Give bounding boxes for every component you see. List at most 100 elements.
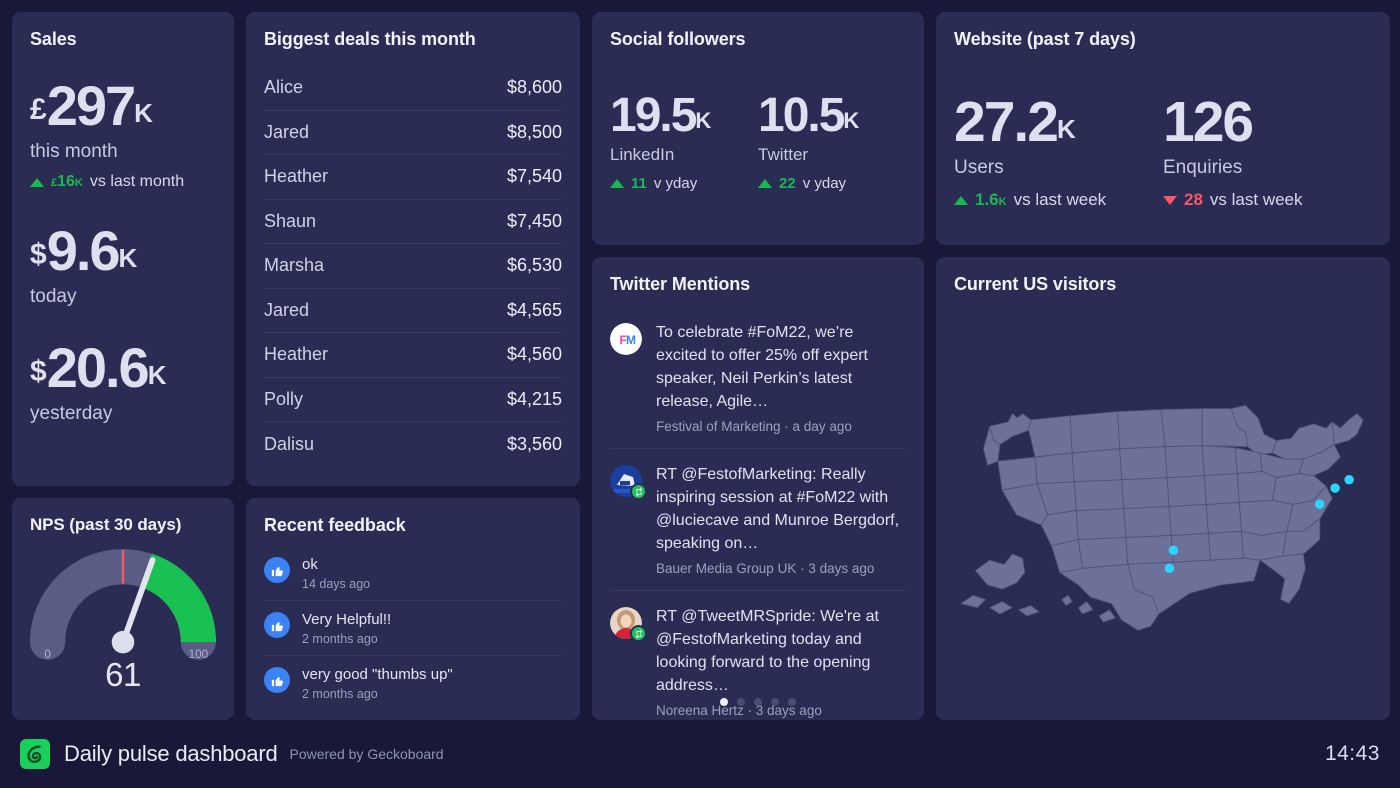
deal-row: Heather $4,560 bbox=[264, 333, 562, 378]
deal-name: Heather bbox=[264, 344, 328, 365]
delta-number: 16 bbox=[57, 173, 75, 190]
delta-value: 1.6K bbox=[975, 190, 1007, 210]
tweet-text: RT @TweetMRSpride: We're at @FestofMarke… bbox=[656, 605, 906, 697]
arrow-down-icon bbox=[1163, 196, 1177, 205]
widget-current-us-visitors[interactable]: Current US visitors bbox=[936, 257, 1390, 720]
nps-gauge: 0 100 61 bbox=[30, 544, 216, 694]
deal-value: $4,215 bbox=[507, 389, 562, 410]
metric-value: 27.2 bbox=[954, 90, 1057, 154]
sales-value-yesterday: $20.6K bbox=[30, 340, 216, 396]
pagination-dot[interactable] bbox=[737, 698, 745, 706]
pagination-dot[interactable] bbox=[771, 698, 779, 706]
deal-value: $8,500 bbox=[507, 122, 562, 143]
thumbs-up-glyph-icon bbox=[270, 563, 285, 578]
new-york-visitor[interactable] bbox=[1330, 483, 1339, 492]
arrow-up-icon bbox=[30, 178, 44, 187]
feedback-time: 14 days ago bbox=[302, 577, 370, 591]
social-metrics: 19.5K LinkedIn 11 v yday 10.5K Twitter bbox=[610, 92, 906, 192]
metric-suffix: K bbox=[1057, 114, 1076, 144]
widget-title-twitter-mentions: Twitter Mentions bbox=[610, 273, 906, 295]
widget-nps[interactable]: NPS (past 30 days) 0 100 bbox=[12, 498, 234, 720]
social-label-twitter: Twitter bbox=[758, 144, 906, 166]
austin-visitor[interactable] bbox=[1165, 564, 1174, 573]
feedback-text: Very Helpful!! 2 months ago bbox=[302, 610, 391, 646]
sales-value-this-month: £297K bbox=[30, 78, 216, 134]
social-metric-linkedin: 19.5K LinkedIn 11 v yday bbox=[610, 92, 758, 192]
website-delta-users: 1.6K vs last week bbox=[954, 190, 1163, 210]
pagination-dot[interactable] bbox=[720, 698, 728, 706]
widget-recent-feedback[interactable]: Recent feedback ok14 days agoVery Helpfu… bbox=[246, 498, 580, 720]
website-value-users: 27.2K bbox=[954, 94, 1163, 151]
clock: 14:43 bbox=[1325, 742, 1380, 766]
deal-row: Alice$8,600 bbox=[264, 66, 562, 111]
currency-symbol: $ bbox=[30, 238, 47, 271]
dallas-visitor[interactable] bbox=[1169, 546, 1178, 555]
avatar-image: FM bbox=[610, 323, 642, 355]
sales-metric-yesterday: $20.6K yesterday bbox=[30, 340, 216, 425]
svg-text:M: M bbox=[626, 333, 636, 347]
festival-of-marketing-avatar: FM bbox=[610, 323, 642, 355]
delta-number: 22 bbox=[779, 175, 796, 192]
thumbs-up-icon bbox=[264, 667, 290, 693]
widget-twitter-mentions[interactable]: Twitter Mentions FM To celebrate #FoM22, … bbox=[592, 257, 924, 720]
social-delta-twitter: 22 v yday bbox=[758, 175, 906, 192]
tweet-list: FM To celebrate #FoM22, we’re excited to … bbox=[610, 307, 906, 720]
sales-metric-this-month: £297K this month £16K vs last month bbox=[30, 78, 216, 191]
widget-website[interactable]: Website (past 7 days) 27.2K Users 1.6K v… bbox=[936, 12, 1390, 245]
feedback-text: very good "thumbs up"2 months ago bbox=[302, 665, 453, 701]
delta-text: vs last week bbox=[1014, 190, 1107, 210]
delta-text: vs last month bbox=[90, 173, 184, 191]
delta-number: 11 bbox=[631, 175, 647, 192]
delta-value: £16K bbox=[51, 173, 83, 191]
widget-biggest-deals[interactable]: Biggest deals this month Alice$8,600Jare… bbox=[246, 12, 580, 486]
deal-value: $4,560 bbox=[507, 344, 562, 365]
tweet-text: To celebrate #FoM22, we’re excited to of… bbox=[656, 321, 906, 413]
sales-label-this-month: this month bbox=[30, 141, 216, 163]
deal-name: Polly bbox=[264, 389, 303, 410]
metric-value: 297 bbox=[47, 74, 134, 137]
metric-suffix: K bbox=[843, 108, 859, 133]
widget-social-followers[interactable]: Social followers 19.5K LinkedIn 11 v yda… bbox=[592, 12, 924, 245]
widget-grid: Sales £297K this month £16K vs last mont… bbox=[12, 12, 1388, 720]
sales-metrics: £297K this month £16K vs last month $9.6… bbox=[30, 78, 216, 435]
thumbs-up-icon bbox=[264, 612, 290, 638]
tweet-pagination[interactable] bbox=[592, 698, 924, 706]
website-value-enquiries: 126 bbox=[1163, 94, 1372, 151]
deal-name: Dalisu bbox=[264, 434, 314, 455]
feedback-item: Very Helpful!! 2 months ago bbox=[264, 601, 562, 656]
widget-sales[interactable]: Sales £297K this month £16K vs last mont… bbox=[12, 12, 234, 486]
pagination-dot[interactable] bbox=[788, 698, 796, 706]
thumbs-up-glyph-icon bbox=[270, 673, 285, 688]
tweet-body: RT @FestofMarketing: Really inspiring se… bbox=[656, 463, 906, 576]
deal-row: Shaun$7,450 bbox=[264, 200, 562, 245]
tweet-item[interactable]: FM To celebrate #FoM22, we’re excited to … bbox=[610, 307, 906, 449]
geckoboard-logo bbox=[20, 739, 50, 769]
tweet-item[interactable]: RT @FestofMarketing: Really inspiring se… bbox=[610, 449, 906, 591]
feedback-time: 2 months ago bbox=[302, 632, 391, 646]
thumbs-up-glyph-icon bbox=[270, 618, 285, 633]
sales-label-today: today bbox=[30, 286, 216, 308]
deal-row: Heather$7,540 bbox=[264, 155, 562, 200]
delta-text: v yday bbox=[803, 175, 846, 192]
widget-title-recent-feedback: Recent feedback bbox=[264, 514, 562, 536]
delta-value: 28 bbox=[1184, 190, 1203, 210]
bauer-media-avatar bbox=[610, 465, 642, 497]
deal-value: $7,540 bbox=[507, 166, 562, 187]
metric-suffix: K bbox=[134, 98, 153, 128]
currency-symbol: £ bbox=[30, 93, 47, 126]
pagination-dot[interactable] bbox=[754, 698, 762, 706]
delta-number: 1.6 bbox=[975, 190, 999, 209]
widget-title-social-followers: Social followers bbox=[610, 28, 906, 50]
tweet-meta: Festival of Marketing · a day ago bbox=[656, 419, 906, 434]
deal-name: Marsha bbox=[264, 255, 324, 276]
washington-dc-visitor[interactable] bbox=[1315, 499, 1324, 508]
tweet-meta: Bauer Media Group UK · 3 days ago bbox=[656, 561, 906, 576]
feedback-message: Very Helpful!! bbox=[302, 610, 391, 629]
feedback-item: very good "thumbs up"2 months ago bbox=[264, 656, 562, 710]
sales-metric-today: $9.6K today bbox=[30, 223, 216, 308]
boston-visitor[interactable] bbox=[1344, 475, 1353, 484]
powered-by-label: Powered by Geckoboard bbox=[290, 746, 444, 762]
gauge-min-label: 0 bbox=[44, 648, 51, 660]
retweet-glyph-icon bbox=[634, 629, 644, 639]
delta-suffix: K bbox=[75, 177, 83, 189]
